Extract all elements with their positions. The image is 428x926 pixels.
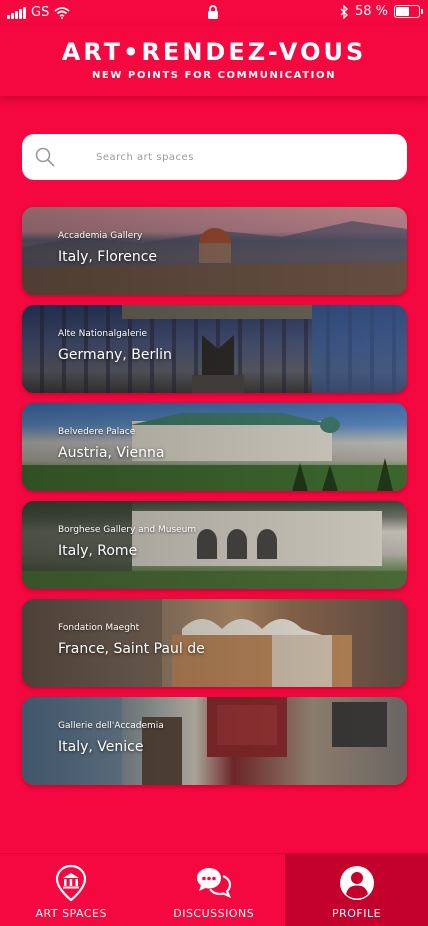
card-title: Alte Nationalgalerie <box>58 329 148 339</box>
tab-art-spaces[interactable]: ART SPACES <box>0 854 143 926</box>
card-location: France, Saint Paul de <box>58 641 205 657</box>
card-title: Accademia Gallery <box>58 231 143 241</box>
wifi-icon <box>54 6 70 19</box>
art-space-card-rome[interactable]: Borghese Gallery and Museum Italy, Rome <box>22 501 407 589</box>
app-header: ART•RENDEZ-VOUS NEW POINTS FOR COMMUNICA… <box>0 26 428 96</box>
tab-discussions[interactable]: DISCUSSIONS <box>143 854 286 926</box>
bluetooth-icon <box>340 4 348 19</box>
card-location: Italy, Florence <box>58 249 158 265</box>
search-bar[interactable] <box>22 134 407 180</box>
chat-bubbles-icon <box>196 868 231 899</box>
art-space-list: Accademia Gallery Italy, Florence Alte N… <box>22 207 407 795</box>
tab-label: PROFILE <box>331 907 382 920</box>
carrier-label: GS <box>31 5 50 20</box>
status-left: GS <box>7 5 70 20</box>
art-space-card-vienna[interactable]: Belvedere Palace Austria, Vienna <box>22 403 407 491</box>
app-subtitle: NEW POINTS FOR COMMUNICATION <box>91 70 337 81</box>
art-space-card-venice[interactable]: Gallerie dell'Accademia Italy, Venice <box>22 697 407 785</box>
tab-label: DISCUSSIONS <box>173 907 255 920</box>
status-right: 58 % <box>340 4 423 19</box>
card-location: Italy, Rome <box>58 543 138 559</box>
user-icon <box>339 866 374 900</box>
bottom-nav: ART SPACES DISCUSSIONS PROFILE <box>0 853 428 926</box>
card-title: Gallerie dell'Accademia <box>58 721 164 731</box>
card-title: Borghese Gallery and Museum <box>58 525 197 535</box>
search-icon <box>35 147 55 167</box>
lock-icon <box>207 5 219 23</box>
search-input[interactable] <box>96 134 396 180</box>
museum-pin-icon <box>56 864 87 902</box>
signal-icon <box>7 6 26 19</box>
art-space-card-berlin[interactable]: Alte Nationalgalerie Germany, Berlin <box>22 305 407 393</box>
battery-percent: 58 % <box>354 4 388 19</box>
card-location: Germany, Berlin <box>58 347 172 363</box>
status-bar: GS 58 % <box>0 0 428 26</box>
card-location: Italy, Venice <box>58 739 144 755</box>
art-space-card-florence[interactable]: Accademia Gallery Italy, Florence <box>22 207 407 295</box>
card-title: Belvedere Palace <box>58 427 136 437</box>
battery-icon <box>394 5 423 18</box>
app-title: ART•RENDEZ-VOUS <box>61 38 367 66</box>
art-space-card-saint-paul[interactable]: Fondation Maeght France, Saint Paul de <box>22 599 407 687</box>
battery-fill <box>396 7 409 16</box>
tab-label: ART SPACES <box>35 907 107 920</box>
card-title: Fondation Maeght <box>58 623 140 633</box>
card-location: Austria, Vienna <box>58 445 165 461</box>
tab-profile[interactable]: PROFILE <box>285 854 428 926</box>
